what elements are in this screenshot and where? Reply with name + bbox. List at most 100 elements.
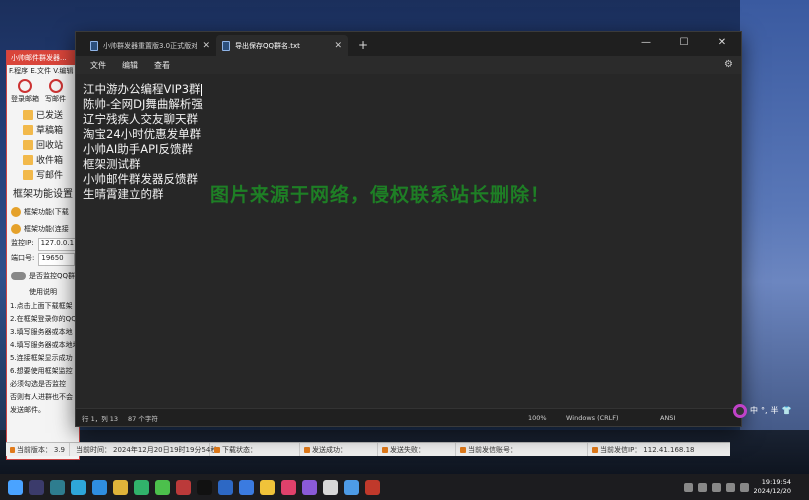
ime-language[interactable]: 中 [750,405,758,416]
status-time: 当前时间： 2024年12月20日19时19分54秒 [70,443,217,456]
background-app-title: 小帅邮件群发器... [7,51,79,65]
ime-width[interactable]: 半 [771,405,779,416]
ime-logo-icon[interactable] [733,403,747,418]
status-icon [592,446,598,453]
monitor-qq-toggle[interactable] [11,271,26,280]
notepad-tabbar: 小帅群发器重置版3.0正式版对外发布 ✕ 导出保存QQ群名.txt ✕ + — … [76,32,741,56]
app-icon-14[interactable] [281,479,296,495]
status-account: 当前发信账号： [456,443,588,456]
monitor-qq-toggle-row[interactable]: 是否监控QQ群 [7,267,79,284]
compose-button[interactable]: 写邮件 [45,79,66,105]
background-app-menu[interactable]: F.程序 E.文件 V.编辑 [7,65,79,77]
text-line: 小帅AI助手API反馈群 [83,142,193,156]
clock-time: 19:19:54 [761,478,791,486]
status-version: 当前版本： 3.9 [6,443,70,456]
system-tray: 19:19:54 2024/12/20 [683,474,805,500]
menu-file[interactable]: 文件 [82,60,114,71]
status-download: 下载状态： [210,443,300,456]
vscode-icon[interactable] [92,479,107,495]
tray-icon[interactable] [697,482,707,492]
framework-download-row[interactable]: 框架功能(下载 [7,203,79,220]
login-mailbox-button[interactable]: 登录邮箱 [11,79,39,105]
status-icon [460,446,466,453]
new-tab-button[interactable]: + [348,38,378,56]
monitor-ip-field[interactable]: 监控IP: 127.0.0.1 [7,237,79,252]
tab-inactive[interactable]: 小帅群发器重置版3.0正式版对外发布 ✕ [84,35,216,56]
tray-icon[interactable] [711,482,721,492]
volume-icon[interactable] [739,482,749,492]
help-line: 2.在框架登录你的QQ号 [10,315,80,323]
tiktok-icon[interactable] [197,479,212,495]
clock-date: 2024/12/20 [753,487,791,495]
text-caret [200,83,202,96]
port-field[interactable]: 端口号: 19650 [7,252,79,267]
app-icon-2[interactable] [29,479,44,495]
app-icon-7[interactable] [134,479,149,495]
app-icon-4[interactable] [71,479,86,495]
text-line: 陈帅-全网DJ舞曲解析强 [83,97,203,111]
notepad-icon[interactable] [344,479,359,495]
settings-gear-icon[interactable]: ⚙ [724,59,733,70]
zoom-level: 100% [528,413,547,422]
help-line: 4.填写服务器或本地地址 [10,341,80,349]
ime-skin-icon[interactable]: 👕 [782,406,792,415]
help-line: 1.点击上面下载框架 [10,302,73,310]
status-icon [10,446,15,453]
taskbar-clock[interactable]: 19:19:54 2024/12/20 [754,478,805,496]
folder-drafts[interactable]: 草稿箱 [7,122,79,137]
login-icon [18,79,32,93]
folder-sent[interactable]: 已发送 [7,107,79,122]
encoding: ANSI [660,413,676,422]
framework-section-title: 框架功能设置 [13,189,73,200]
document-icon [90,40,98,51]
app-icon-18[interactable] [365,479,380,495]
windows-start-icon[interactable] [8,479,23,495]
folder-inbox[interactable]: 收件箱 [7,152,79,167]
ime-punctuation[interactable]: °, [761,406,768,415]
minimize-button[interactable]: — [627,32,665,56]
maximize-button[interactable]: ☐ [665,32,703,56]
help-lines: 1.点击上面下载框架 2.在框架登录你的QQ号 3.填写服务器或本地 4.填写服… [7,300,79,417]
window-controls: — ☐ ✕ [627,32,741,56]
framework-connect-row[interactable]: 框架功能(连接 [7,220,79,237]
app-icon-13[interactable] [260,479,275,495]
tab-label: 小帅群发器重置版3.0正式版对外发布 [103,41,198,50]
link-icon [11,223,21,234]
tab-active[interactable]: 导出保存QQ群名.txt ✕ [216,35,348,56]
folder-compose[interactable]: 写邮件 [7,167,79,182]
close-tab-icon[interactable]: ✕ [334,41,342,51]
folder-icon [23,139,33,150]
wechat-icon[interactable] [155,479,170,495]
folder-icon [23,124,33,135]
app-icon-11[interactable] [218,479,233,495]
notepad-window[interactable]: 小帅群发器重置版3.0正式版对外发布 ✕ 导出保存QQ群名.txt ✕ + — … [75,31,742,427]
folder-trash[interactable]: 回收站 [7,137,79,152]
status-icon [304,446,310,453]
char-count: 87 个字符 [128,414,158,423]
app-icon-15[interactable] [302,479,317,495]
app-icon-9[interactable] [176,479,191,495]
app-icon-16[interactable] [323,479,338,495]
text-line: 江中游办公编程VIP3群 [83,82,202,96]
status-icon [214,446,220,453]
background-app-toolbar: 登录邮箱 写邮件 [7,77,79,107]
help-line: 3.填写服务器或本地 [10,328,73,336]
status-ip: 当前发信IP： 112.41.168.18 [588,443,730,456]
wifi-icon[interactable] [725,482,735,492]
notepad-statusbar: 行 1，列 13 87 个字符 100% Windows (CRLF) ANSI [76,408,741,426]
status-success: 发送成功： [300,443,378,456]
menu-view[interactable]: 查看 [146,60,178,71]
ime-toolbar[interactable]: 中 °, 半 👕 [733,402,809,419]
notepad-editor[interactable]: 江中游办公编程VIP3群 陈帅-全网DJ舞曲解析强 辽宁残疾人交友聊天群 淘宝2… [76,74,741,408]
chrome-icon[interactable] [113,479,128,495]
app-icon-12[interactable] [239,479,254,495]
cursor-position: 行 1，列 13 [82,414,119,423]
menu-edit[interactable]: 编辑 [114,60,146,71]
text-line: 淘宝24小时优惠发单群 [83,127,202,141]
app-icon-3[interactable] [50,479,65,495]
close-tab-icon[interactable]: ✕ [202,41,210,51]
tray-icon[interactable] [683,482,693,492]
close-window-button[interactable]: ✕ [703,32,741,56]
status-failed: 发送失败： [378,443,456,456]
background-app-window[interactable]: 小帅邮件群发器... F.程序 E.文件 V.编辑 登录邮箱 写邮件 已发送 草… [6,50,80,460]
